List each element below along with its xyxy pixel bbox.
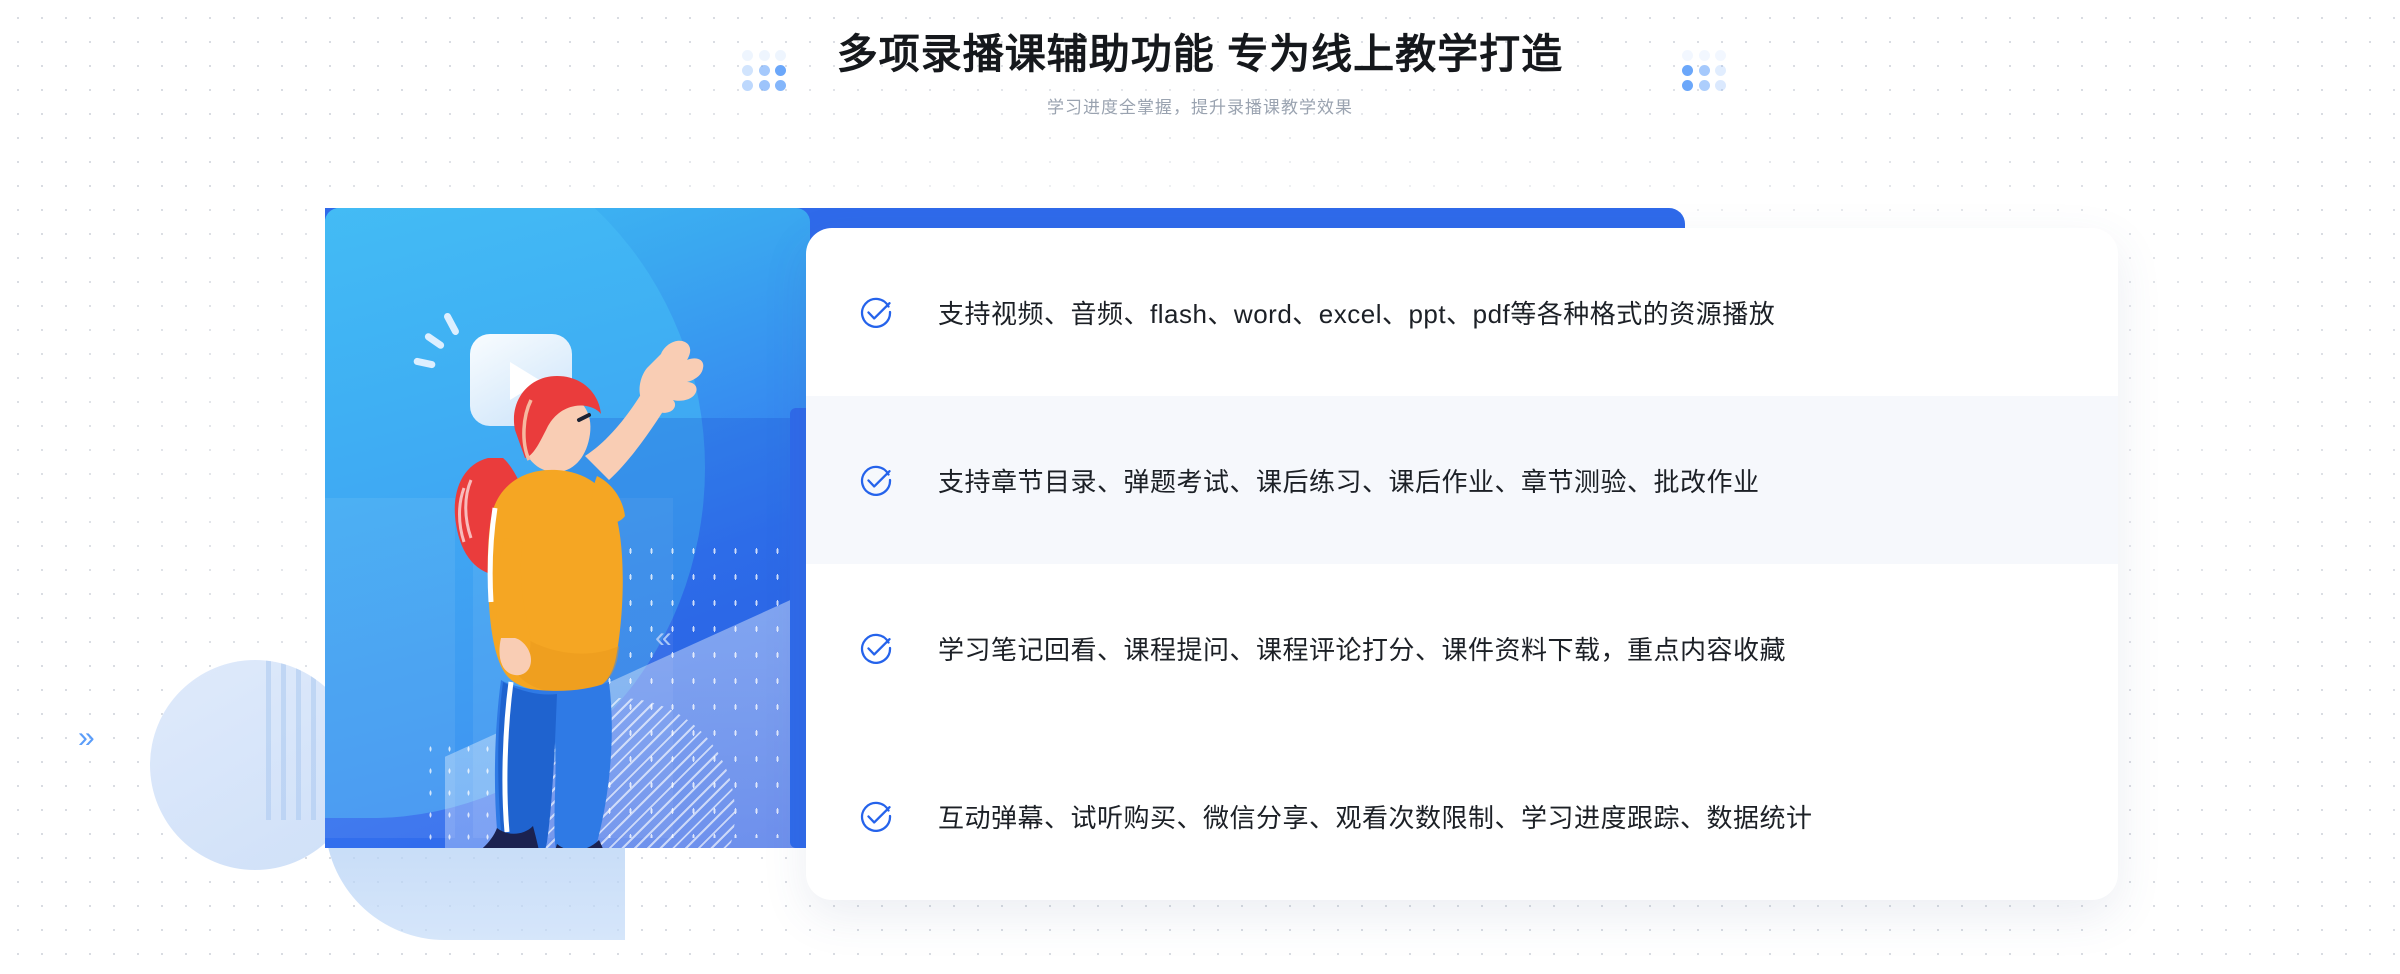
chevron-double-right-icon: »	[78, 721, 95, 754]
feature-card: 支持视频、音频、flash、word、excel、ppt、pdf等各种格式的资源…	[806, 228, 2118, 900]
feature-row[interactable]: 学习笔记回看、课程提问、课程评论打分、课件资料下载，重点内容收藏	[806, 564, 2118, 732]
feature-row[interactable]: 支持视频、音频、flash、word、excel、ppt、pdf等各种格式的资源…	[806, 228, 2118, 396]
page-root: 多项录播课辅助功能 专为线上教学打造 学习进度全掌握，提升录播课教学效果 » «	[0, 0, 2400, 974]
dot-grid-decoration-right	[1682, 50, 1728, 91]
feature-label: 支持视频、音频、flash、word、excel、ppt、pdf等各种格式的资源…	[938, 298, 1776, 329]
feature-row[interactable]: 互动弹幕、试听购买、微信分享、观看次数限制、学习进度跟踪、数据统计	[806, 732, 2118, 900]
page-header: 多项录播课辅助功能 专为线上教学打造 学习进度全掌握，提升录播课教学效果	[0, 0, 2400, 118]
dot-grid-decoration-left	[742, 50, 788, 91]
check-circle-icon	[858, 294, 894, 330]
woman-pointing-up-illustration	[454, 340, 704, 848]
page-title: 多项录播课辅助功能 专为线上教学打造	[836, 31, 1564, 77]
feature-row[interactable]: 支持章节目录、弹题考试、课后练习、课后作业、章节测验、批改作业	[806, 396, 2118, 564]
feature-list: 支持视频、音频、flash、word、excel、ppt、pdf等各种格式的资源…	[806, 228, 2118, 900]
feature-label: 支持章节目录、弹题考试、课后练习、课后作业、章节测验、批改作业	[938, 466, 1760, 497]
feature-label: 学习笔记回看、课程提问、课程评论打分、课件资料下载，重点内容收藏	[938, 634, 1787, 665]
feature-label: 互动弹幕、试听购买、微信分享、观看次数限制、学习进度跟踪、数据统计	[938, 802, 1813, 833]
check-circle-icon	[858, 798, 894, 834]
page-subtitle: 学习进度全掌握，提升录播课教学效果	[1047, 98, 1353, 118]
online-learning-illustration: «	[325, 208, 810, 848]
check-circle-icon	[858, 462, 894, 498]
check-circle-icon	[858, 630, 894, 666]
